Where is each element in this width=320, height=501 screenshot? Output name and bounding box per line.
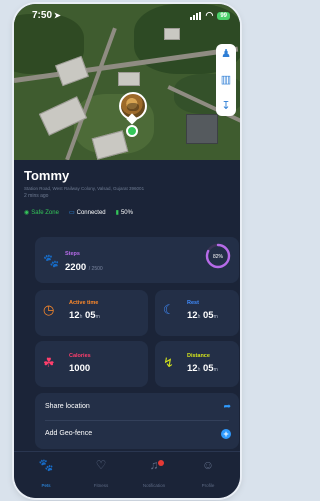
steps-progress-ring: 82% xyxy=(205,243,231,269)
signal-bars-icon: ▭ xyxy=(68,210,75,216)
pet-name: Tommy xyxy=(24,168,70,183)
wifi-icon: ◠ xyxy=(205,10,214,20)
flame-icon: ☘ xyxy=(43,355,55,370)
clock-icon: ◷ xyxy=(43,302,55,317)
steps-title: Steps xyxy=(65,251,80,257)
safe-zone-label: Safe Zone xyxy=(31,209,59,216)
distance-title: Distance xyxy=(187,353,210,359)
steps-icon: 🐾 xyxy=(43,253,60,268)
status-bar: 7:50 ➤ ◠ 99 xyxy=(14,4,240,26)
paw-icon: 🐾 xyxy=(38,458,54,472)
pet-address: Station Road, West Railway Colony, Valsa… xyxy=(24,186,145,191)
map-controls: ♟ ▥ ↧ xyxy=(216,44,236,116)
device-status-row: ◉ Safe Zone ▭ Connected ▮ 50% xyxy=(24,209,230,217)
status-time: 7:50 ➤ xyxy=(32,10,61,21)
layers-icon[interactable]: ▥ xyxy=(221,74,231,86)
add-geofence-row[interactable]: Add Geo-fence + xyxy=(35,421,239,449)
share-location-label: Share location xyxy=(45,403,90,410)
share-icon: ➦ xyxy=(223,401,231,411)
add-geofence-label: Add Geo-fence xyxy=(45,430,93,437)
bell-icon: ♫ xyxy=(149,458,159,472)
steps-progress-label: 82% xyxy=(213,254,224,260)
calories-value: 1000 xyxy=(69,363,91,374)
rest-value: 12h 05m xyxy=(187,310,218,321)
battery-label: 50% xyxy=(120,209,133,216)
user-icon: ☺ xyxy=(201,458,215,472)
download-icon[interactable]: ↧ xyxy=(221,100,230,112)
steps-card[interactable]: 🐾 Steps 2200 / 2500 82% xyxy=(35,237,239,283)
location-dot xyxy=(126,125,138,137)
tab-profile[interactable]: ☺ Profile xyxy=(186,458,230,492)
pet-location-pin[interactable] xyxy=(119,92,147,137)
route-icon: ↯ xyxy=(163,355,174,370)
tab-fitness[interactable]: ♡ Fitness xyxy=(79,458,123,492)
rest-title: Rest xyxy=(187,300,199,306)
active-time-title: Active time xyxy=(69,300,99,306)
cellular-signal-icon xyxy=(190,11,202,20)
rest-card[interactable]: ☾ Rest 12h 05m xyxy=(155,290,239,336)
check-circle-icon: ◉ xyxy=(24,210,30,216)
distance-card[interactable]: ↯ Distance 12h 05m xyxy=(155,341,239,387)
battery-level-icon: ▮ xyxy=(115,210,119,216)
phone-screen: 7:50 ➤ ◠ 99 ♟ ▥ ↧ Tommy Station Road, We… xyxy=(14,4,240,498)
bottom-tab-bar: 🐾 Pets ♡ Fitness ♫ Notification ☺ Profil… xyxy=(14,451,240,498)
share-location-row[interactable]: Share location ➦ xyxy=(35,393,239,420)
plus-circle-icon: + xyxy=(221,429,231,439)
location-arrow-icon: ➤ xyxy=(54,11,61,20)
steps-value: 2200 / 2500 xyxy=(65,262,103,273)
person-icon[interactable]: ♟ xyxy=(221,48,231,60)
calories-title: Calories xyxy=(69,353,91,359)
tab-pets[interactable]: 🐾 Pets xyxy=(24,458,68,492)
calories-card[interactable]: ☘ Calories 1000 xyxy=(35,341,148,387)
active-time-value: 12h 05m xyxy=(69,310,100,321)
connection-label: Connected xyxy=(76,209,106,216)
notification-badge xyxy=(158,460,164,466)
battery-icon: 99 xyxy=(217,11,230,20)
heart-pulse-icon: ♡ xyxy=(95,458,107,472)
distance-value: 12h 05m xyxy=(187,363,218,374)
actions-card: Share location ➦ Add Geo-fence + xyxy=(35,393,239,449)
moon-icon: ☾ xyxy=(163,302,175,317)
pet-info: Tommy Station Road, West Railway Colony,… xyxy=(14,160,240,216)
active-time-card[interactable]: ◷ Active time 12h 05m xyxy=(35,290,148,336)
map-view[interactable]: ♟ ▥ ↧ xyxy=(14,4,240,160)
tab-notification[interactable]: ♫ Notification xyxy=(132,458,176,492)
last-updated: 2 mins ago xyxy=(24,193,49,199)
